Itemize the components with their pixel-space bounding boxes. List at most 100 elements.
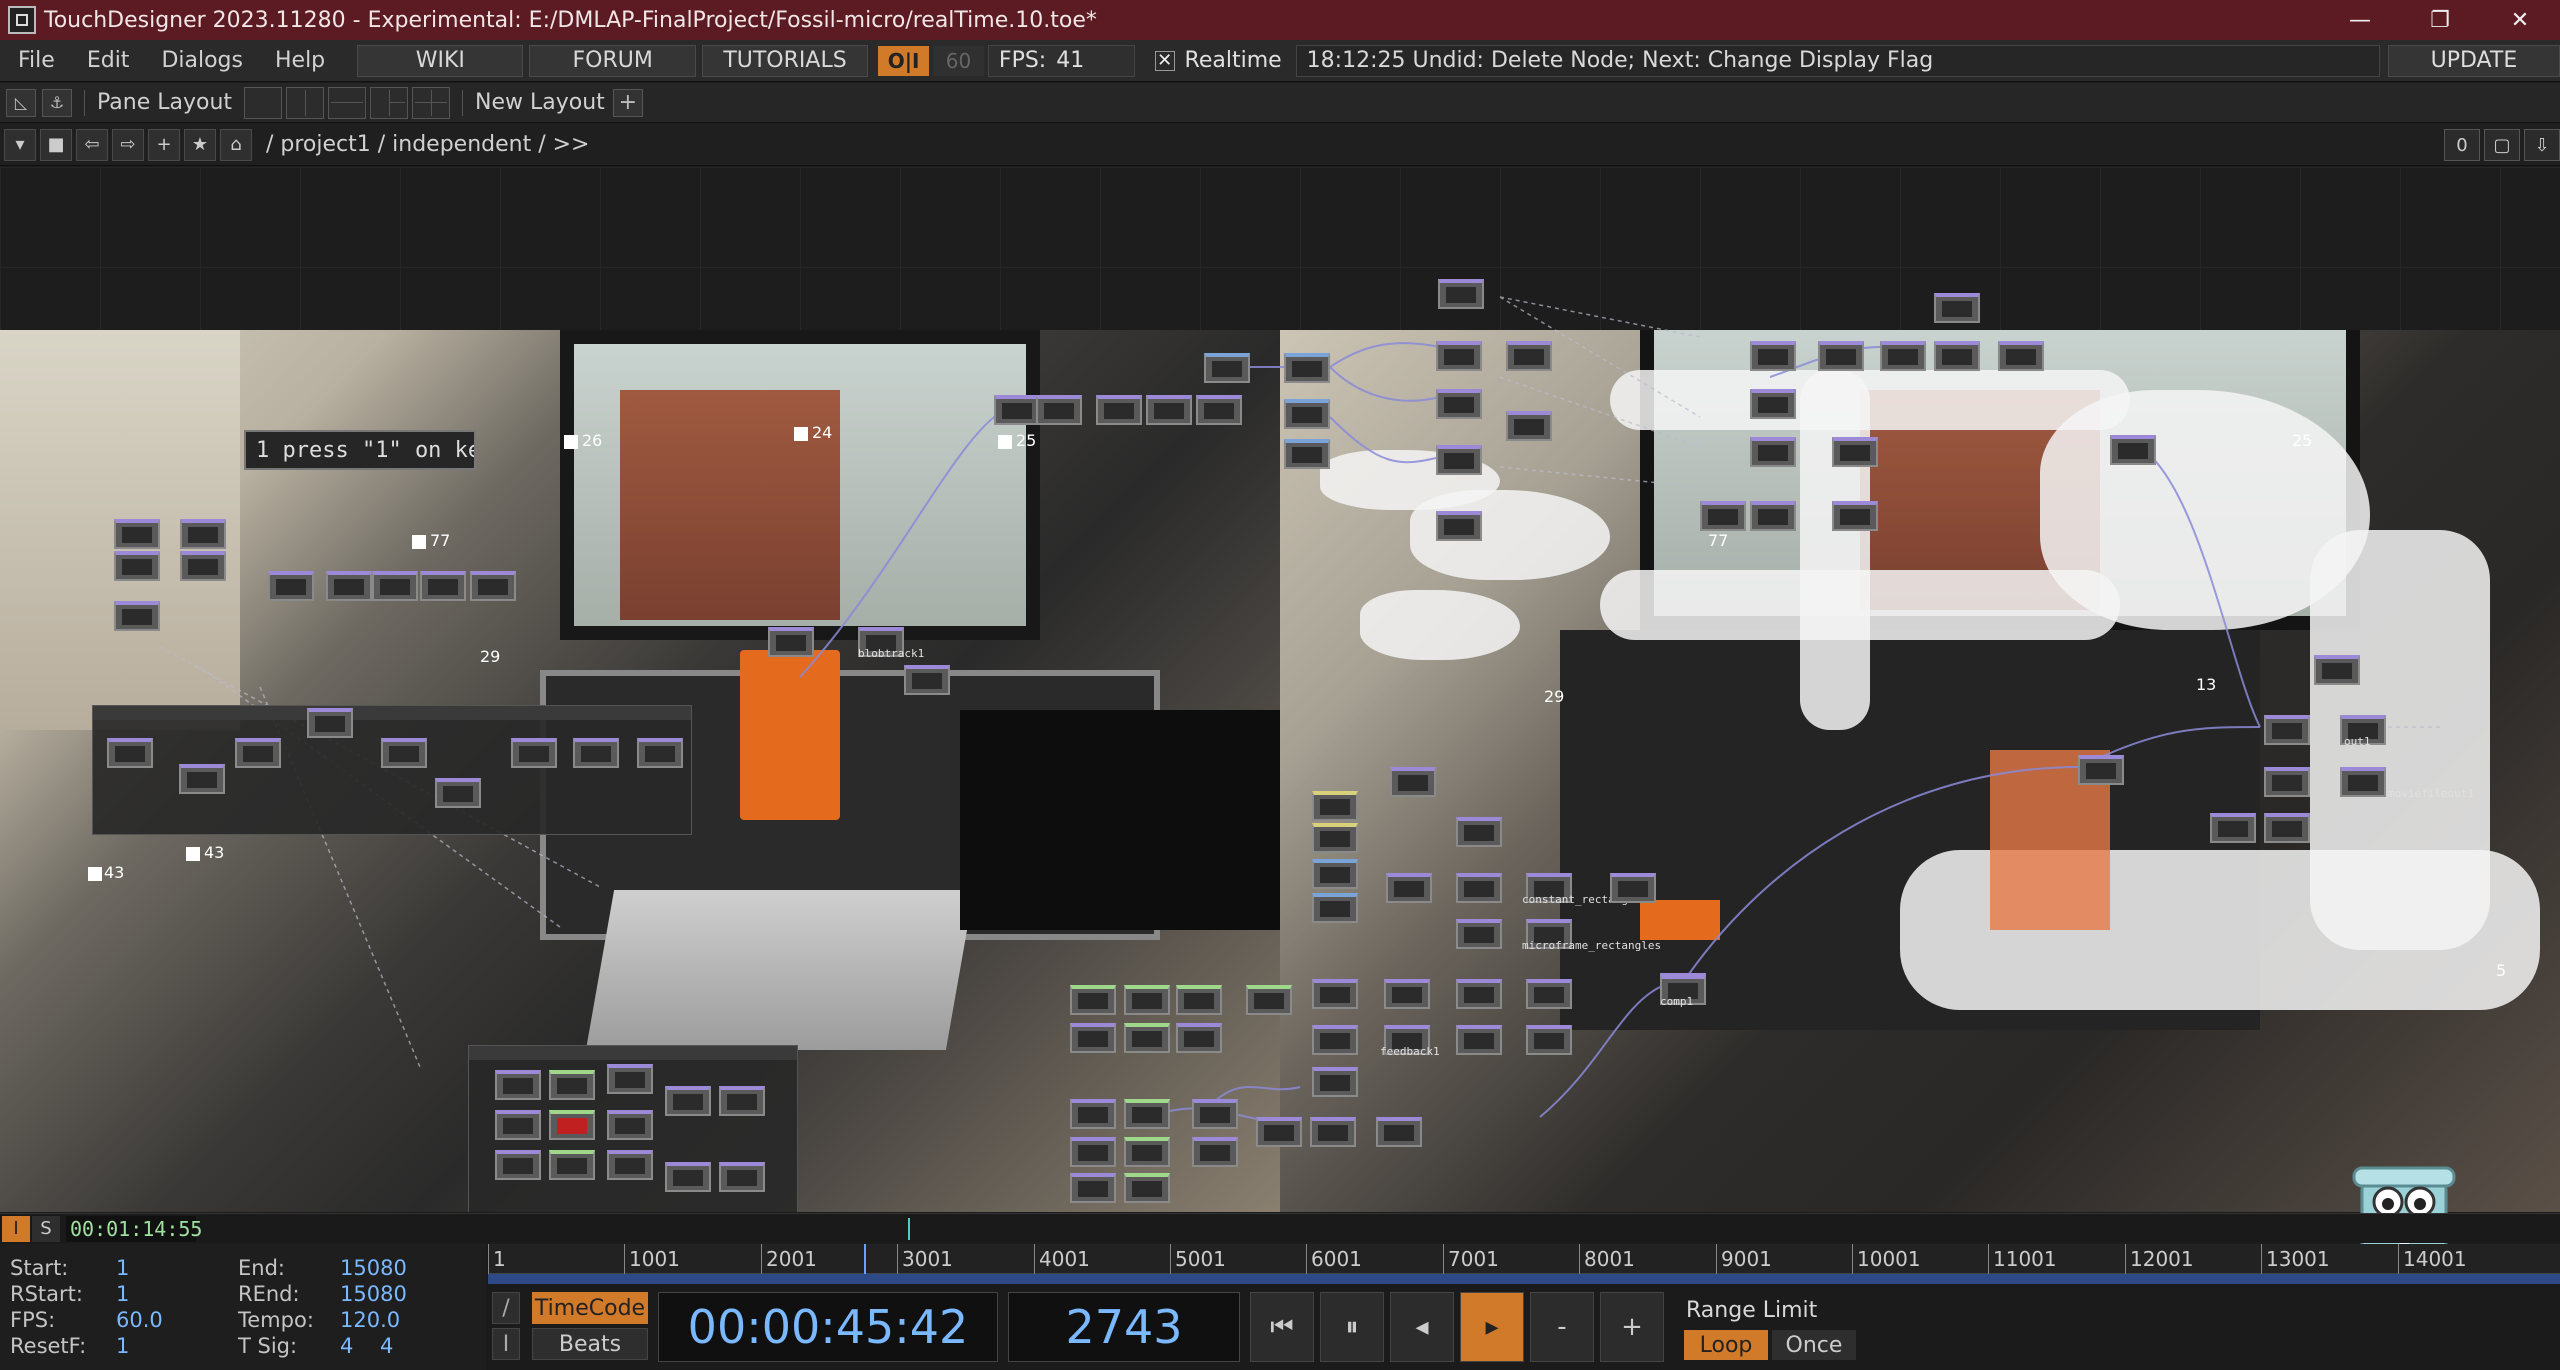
network-path[interactable]: / project1 / independent / >> bbox=[266, 132, 590, 157]
operator-node[interactable] bbox=[1256, 1117, 1302, 1147]
timecode-mode-button[interactable]: TimeCode bbox=[532, 1292, 648, 1324]
operator-node[interactable] bbox=[179, 764, 225, 794]
operator-node[interactable] bbox=[495, 1150, 541, 1180]
operator-node[interactable] bbox=[1312, 823, 1358, 853]
frame-readout[interactable]: 2743 bbox=[1008, 1292, 1240, 1362]
operator-node[interactable] bbox=[904, 665, 950, 695]
operator-node[interactable] bbox=[1312, 859, 1358, 889]
operator-node[interactable] bbox=[549, 1110, 595, 1140]
go-to-start-icon[interactable]: ⏮ bbox=[1250, 1292, 1314, 1362]
layout-single-button[interactable] bbox=[244, 86, 283, 119]
operator-node[interactable] bbox=[1610, 873, 1656, 903]
operator-node[interactable] bbox=[2264, 813, 2310, 843]
operator-node[interactable] bbox=[1436, 511, 1482, 541]
operator-node[interactable] bbox=[1310, 1117, 1356, 1147]
add-layout-button[interactable]: + bbox=[612, 88, 643, 117]
operator-node[interactable] bbox=[1436, 445, 1482, 475]
range-bar[interactable] bbox=[488, 1274, 2560, 1284]
operator-node[interactable] bbox=[114, 601, 160, 631]
operator-node[interactable] bbox=[1376, 1117, 1422, 1147]
operator-node[interactable] bbox=[2110, 435, 2156, 465]
operator-node[interactable] bbox=[1204, 353, 1250, 383]
operator-node[interactable] bbox=[495, 1110, 541, 1140]
network-container[interactable] bbox=[468, 1045, 798, 1212]
operator-node[interactable] bbox=[1070, 1023, 1116, 1053]
operator-node[interactable] bbox=[2210, 813, 2256, 843]
operator-node[interactable] bbox=[1192, 1099, 1238, 1129]
operator-node[interactable] bbox=[1934, 293, 1980, 323]
operator-node[interactable] bbox=[511, 738, 557, 768]
tsig-numerator[interactable]: 4 bbox=[340, 1334, 380, 1358]
fps-cap-field[interactable]: 60 bbox=[933, 45, 984, 76]
end-value[interactable]: 15080 bbox=[340, 1256, 407, 1280]
pane-menu-chevron-icon[interactable]: ▾ bbox=[4, 128, 36, 161]
rstart-value[interactable]: 1 bbox=[116, 1282, 238, 1306]
operator-node[interactable] bbox=[573, 738, 619, 768]
once-button[interactable]: Once bbox=[1772, 1330, 1856, 1360]
operator-node[interactable] bbox=[1312, 1025, 1358, 1055]
download-icon[interactable]: ⇩ bbox=[2524, 129, 2560, 161]
operator-node[interactable] bbox=[1096, 395, 1142, 425]
play-icon[interactable]: ▸ bbox=[1460, 1292, 1524, 1362]
i-toggle-button[interactable]: I bbox=[2, 1215, 30, 1242]
network-editor[interactable]: 1 press "1" on ke 26 24 25 77 29 43 43 2… bbox=[0, 167, 2560, 1212]
operator-node[interactable] bbox=[326, 571, 372, 601]
operator-node[interactable] bbox=[2264, 767, 2310, 797]
forward-arrow-icon[interactable]: ⇨ bbox=[112, 128, 144, 161]
operator-node[interactable] bbox=[1456, 817, 1502, 847]
operator-node[interactable] bbox=[307, 708, 353, 738]
operator-node[interactable] bbox=[1456, 919, 1502, 949]
operator-node[interactable] bbox=[1436, 341, 1482, 371]
operator-node[interactable] bbox=[607, 1150, 653, 1180]
operator-node[interactable] bbox=[1438, 279, 1484, 309]
fps-param-value[interactable]: 60.0 bbox=[116, 1308, 238, 1332]
operator-node[interactable] bbox=[719, 1162, 765, 1192]
layout-split-vertical-button[interactable] bbox=[286, 86, 325, 119]
operator-node[interactable] bbox=[114, 519, 160, 549]
operator-node[interactable] bbox=[1750, 389, 1796, 419]
operator-node[interactable] bbox=[1284, 399, 1330, 429]
timeline-ruler[interactable]: 1 1001 2001 3001 4001 5001 6001 7001 800… bbox=[488, 1244, 2560, 1274]
operator-node[interactable] bbox=[1880, 341, 1926, 371]
operator-node[interactable] bbox=[180, 519, 226, 549]
loop-button[interactable]: Loop bbox=[1684, 1330, 1768, 1360]
operator-node[interactable] bbox=[719, 1086, 765, 1116]
operator-node[interactable] bbox=[1390, 767, 1436, 797]
operator-node[interactable] bbox=[1284, 353, 1330, 383]
operator-node[interactable] bbox=[180, 551, 226, 581]
operator-node[interactable] bbox=[607, 1110, 653, 1140]
operator-node[interactable] bbox=[372, 571, 418, 601]
operator-node[interactable] bbox=[549, 1070, 595, 1100]
operator-node[interactable] bbox=[1750, 341, 1796, 371]
operator-node[interactable] bbox=[1176, 1023, 1222, 1053]
new-layout-label[interactable]: New Layout bbox=[475, 90, 605, 115]
operator-node[interactable] bbox=[1036, 395, 1082, 425]
operator-node[interactable] bbox=[1506, 341, 1552, 371]
layout-three-pane-button[interactable] bbox=[370, 86, 409, 119]
operator-node[interactable] bbox=[1818, 341, 1864, 371]
operator-node[interactable] bbox=[549, 1150, 595, 1180]
realtime-checkbox[interactable]: ✕ bbox=[1154, 50, 1175, 71]
restore-button[interactable]: ❐ bbox=[2400, 0, 2480, 40]
wiki-button[interactable]: WIKI bbox=[357, 44, 524, 77]
operator-node[interactable] bbox=[768, 627, 814, 657]
operator-node[interactable] bbox=[1070, 1099, 1116, 1129]
operator-node[interactable] bbox=[637, 738, 683, 768]
operator-node[interactable] bbox=[1192, 1137, 1238, 1167]
operator-node[interactable] bbox=[607, 1064, 653, 1094]
operator-node[interactable] bbox=[1750, 501, 1796, 531]
operator-node[interactable] bbox=[1456, 873, 1502, 903]
menu-help[interactable]: Help bbox=[257, 48, 339, 73]
operator-node[interactable] bbox=[1146, 395, 1192, 425]
operator-node[interactable] bbox=[1832, 437, 1878, 467]
operator-node[interactable] bbox=[1124, 1023, 1170, 1053]
operator-node[interactable] bbox=[381, 738, 427, 768]
close-button[interactable]: ✕ bbox=[2480, 0, 2560, 40]
operator-node[interactable] bbox=[665, 1086, 711, 1116]
operator-node[interactable] bbox=[1312, 893, 1358, 923]
i-button[interactable]: I bbox=[492, 1328, 520, 1360]
text-comp-display[interactable]: 1 press "1" on ke bbox=[244, 430, 476, 470]
maximize-pane-icon[interactable]: ▢ bbox=[2484, 129, 2520, 161]
layout-four-pane-button[interactable] bbox=[412, 86, 451, 119]
operator-node[interactable] bbox=[1124, 985, 1170, 1015]
